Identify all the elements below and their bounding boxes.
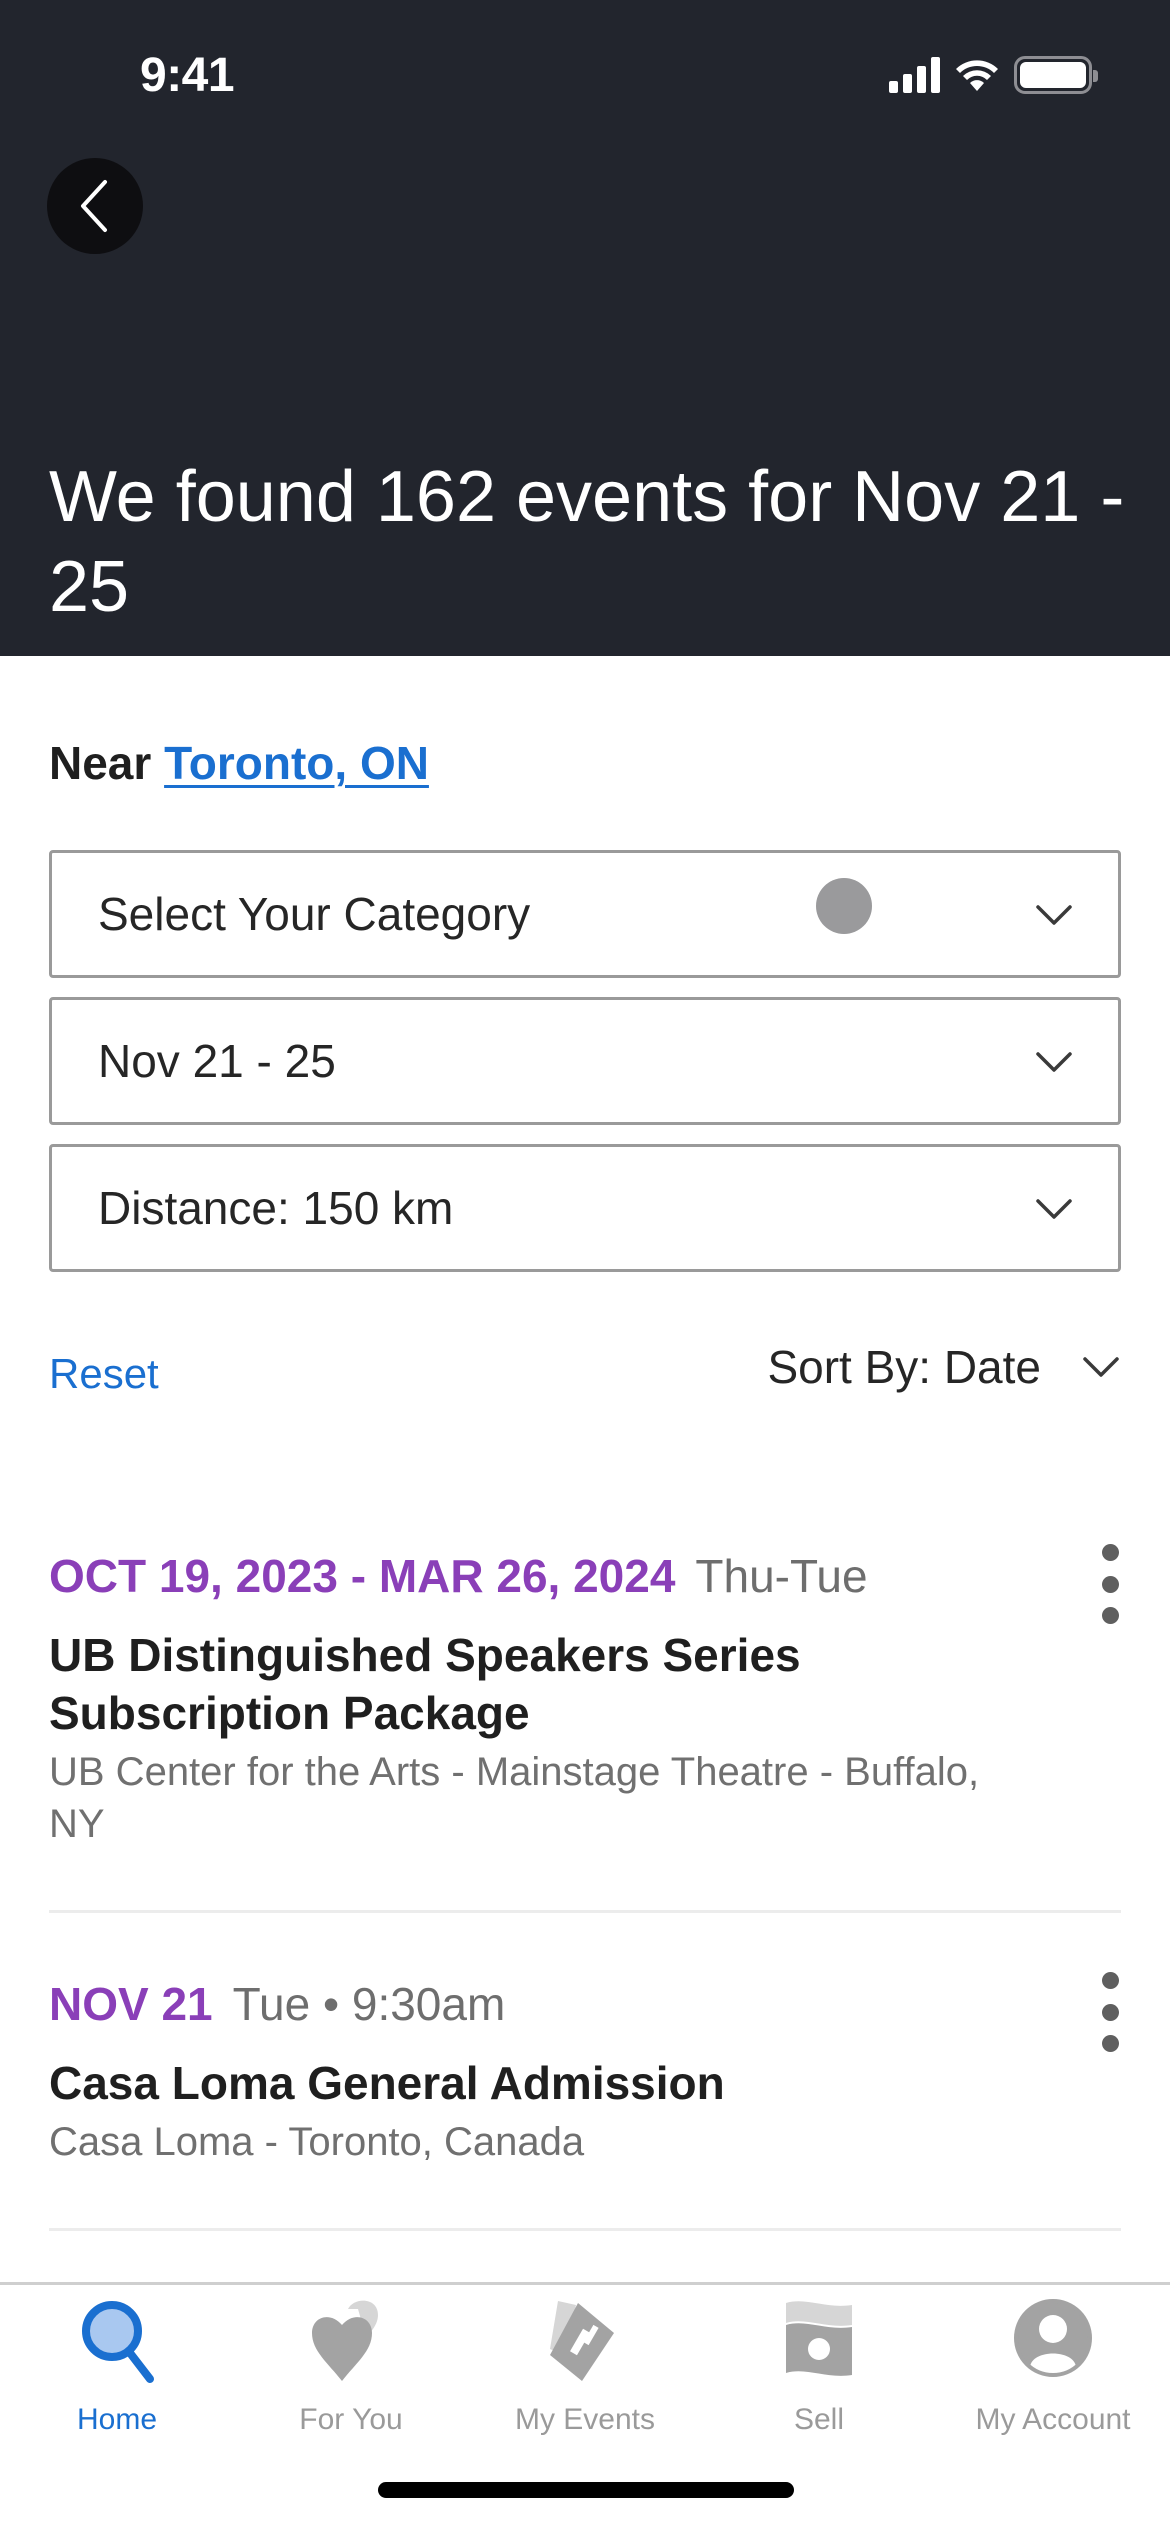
touch-indicator (816, 878, 872, 934)
dot (1101, 1607, 1119, 1624)
header: 9:41 We found 162 events for Nov 21 - 25 (0, 0, 1170, 656)
event-date-row: OCT 19, 2023 - MAR 26, 2024 Thu-Tue (49, 1548, 1121, 1604)
cellular-signal-icon (889, 57, 940, 93)
chevron-down-icon (1083, 1357, 1119, 1377)
event-venue: UB Center for the Arts - Mainstage Theat… (49, 1750, 980, 1846)
battery-icon (1014, 56, 1098, 94)
sort-select[interactable]: Sort By: Date (767, 1340, 1121, 1394)
status-icons (889, 56, 1098, 94)
chevron-down-icon (1036, 1052, 1072, 1072)
tab-label: Home (76, 2403, 158, 2436)
dot (1101, 2035, 1119, 2052)
search-icon (82, 2301, 154, 2383)
chevron-down-icon (1036, 905, 1072, 925)
date-range-select[interactable]: Nov 21 - 25 (49, 997, 1121, 1125)
reset-button[interactable]: Reset (49, 1350, 159, 1398)
event-when: Thu-Tue (695, 1550, 868, 1602)
tab-label: For You (299, 2403, 403, 2436)
event-list-item[interactable]: OCT 19, 2023 - MAR 26, 2024 Thu-Tue UB Di… (49, 1548, 1121, 1850)
tab-my-account[interactable]: My Account (936, 2295, 1170, 2437)
event-more-options-button[interactable] (1090, 1972, 1130, 2052)
location-line: Near Toronto, ON (49, 736, 429, 790)
back-button[interactable] (47, 158, 143, 254)
category-select[interactable]: Select Your Category (49, 850, 1121, 978)
sort-label: Sort By: Date (767, 1341, 1041, 1393)
cash-icon (786, 2301, 852, 2376)
tab-my-events[interactable]: My Events (468, 2295, 702, 2437)
divider (49, 2228, 1121, 2231)
event-venue: Casa Loma - Toronto, Canada (49, 2120, 585, 2164)
event-date-row: NOV 21 Tue • 9:30am (49, 1976, 1121, 2032)
wifi-icon (956, 60, 998, 91)
event-date: NOV 21 (49, 1978, 213, 2030)
event-date: OCT 19, 2023 - MAR 26, 2024 (49, 1550, 676, 1602)
tab-label: My Account (975, 2403, 1131, 2436)
category-select-value: Select Your Category (98, 888, 531, 940)
heart-icon (312, 2300, 378, 2381)
chevron-left-icon (81, 180, 107, 232)
status-time: 9:41 (140, 49, 235, 102)
chevron-down-icon (1036, 1199, 1072, 1219)
divider (49, 1910, 1121, 1913)
tab-home[interactable]: Home (0, 2295, 234, 2437)
event-more-options-button[interactable] (1090, 1544, 1130, 1624)
page-title: We found 162 events for Nov 21 - 25 (49, 457, 1125, 627)
tab-label: My Events (514, 2403, 656, 2436)
distance-select-value: Distance: 150 km (98, 1182, 454, 1234)
account-icon (1014, 2299, 1092, 2377)
location-prefix: Near (49, 737, 152, 789)
dot (1101, 1544, 1119, 1561)
location-link[interactable]: Toronto, ON (164, 737, 429, 789)
tab-sell[interactable]: Sell (702, 2295, 936, 2437)
distance-select[interactable]: Distance: 150 km (49, 1144, 1121, 1272)
event-title: UB Distinguished Speakers Series Subscri… (49, 1629, 801, 1739)
event-title: Casa Loma General Admission (49, 2057, 725, 2109)
tab-label: Sell (793, 2403, 845, 2436)
dot (1101, 1972, 1119, 1989)
date-range-select-value: Nov 21 - 25 (98, 1035, 336, 1087)
dot (1101, 1575, 1119, 1593)
tab-for-you[interactable]: For You (234, 2295, 468, 2437)
ticket-icon (550, 2301, 614, 2381)
home-indicator[interactable] (378, 2482, 794, 2498)
dot (1101, 2003, 1119, 2021)
event-list-item[interactable]: NOV 21 Tue • 9:30am Casa Loma General Adm… (49, 1976, 1121, 2168)
event-when: Tue • 9:30am (232, 1978, 506, 2030)
